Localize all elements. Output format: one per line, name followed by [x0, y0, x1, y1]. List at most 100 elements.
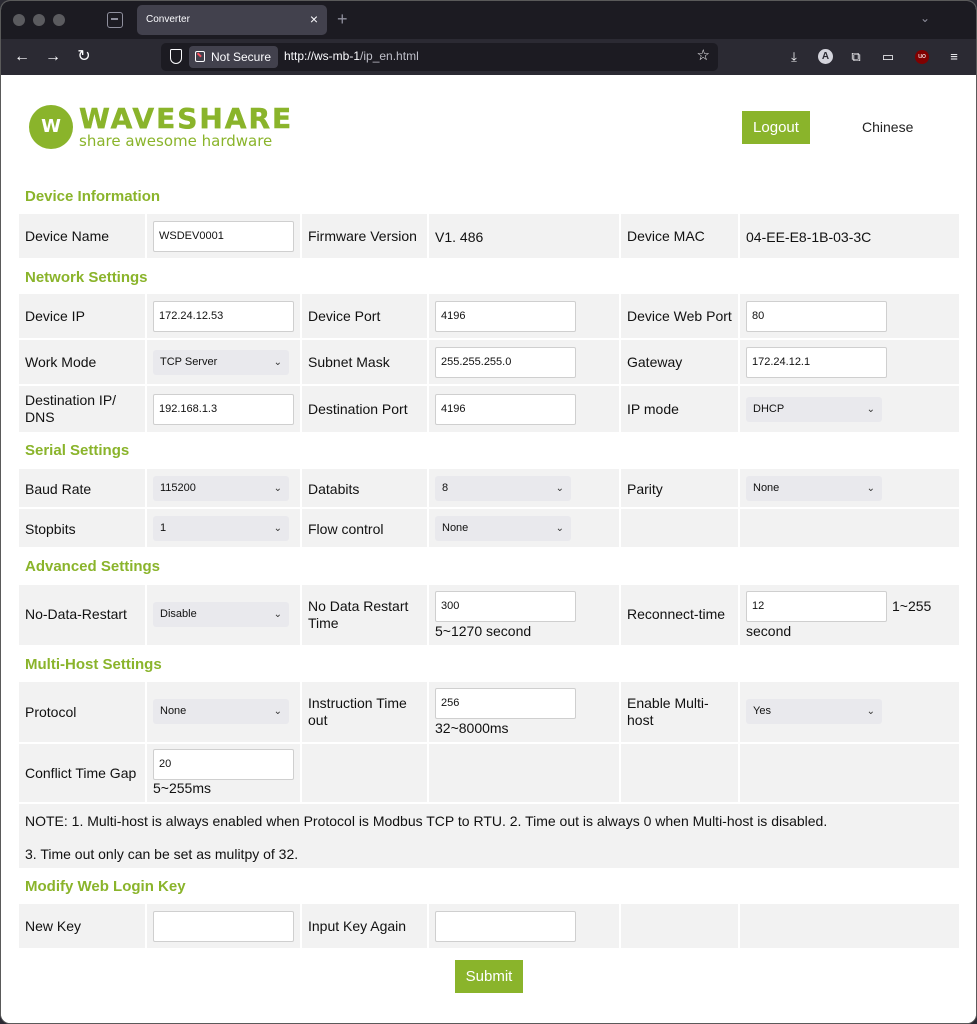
url-text[interactable]: http://ws-mb-1/ip_en.html	[284, 49, 419, 63]
work-mode-select[interactable]: TCP Server ⌄	[153, 350, 289, 375]
address-bar[interactable]: Not Secure http://ws-mb-1/ip_en.html ☆	[161, 43, 718, 71]
no-data-restart-time-input[interactable]: 300	[435, 591, 576, 622]
device-web-port-input[interactable]: 80	[746, 301, 887, 332]
screenshot-icon[interactable]: ▭	[879, 48, 897, 66]
section-device-information: Device Information	[25, 188, 161, 205]
destination-ip-label: Destination IP/DNS	[25, 392, 116, 426]
ublock-icon[interactable]: uo	[915, 50, 929, 64]
no-data-restart-time-label-line-1: No Data Restart	[308, 598, 409, 614]
extensions-icon[interactable]: ⧉	[847, 48, 865, 66]
baud-rate-value: 115200	[160, 482, 196, 494]
instruction-timeout-hint: 32~8000ms	[435, 720, 509, 736]
back-arrow-icon[interactable]: ←	[11, 46, 33, 68]
section-serial-settings: Serial Settings	[25, 442, 130, 459]
close-window-button[interactable]	[13, 14, 25, 26]
bookmark-star-icon[interactable]: ☆	[697, 46, 710, 64]
databits-select[interactable]: 8 ⌄	[435, 476, 571, 501]
forward-arrow-icon[interactable]: →	[42, 46, 64, 68]
new-tab-icon[interactable]: +	[337, 9, 348, 29]
no-data-restart-time-label: No Data Restart Time	[308, 598, 408, 632]
chevron-down-icon: ⌄	[273, 706, 282, 717]
chevron-down-icon: ⌄	[273, 523, 282, 534]
device-info-row: Device Name WSDEV0001 Firmware Version V…	[19, 214, 959, 258]
instruction-timeout-label: Instruction Time out	[308, 695, 407, 729]
parity-value: None	[753, 482, 780, 494]
databits-value: 8	[442, 482, 449, 494]
not-secure-badge[interactable]: Not Secure	[189, 46, 279, 68]
waveshare-logo: W WAVESHARE share awesome hardware	[29, 102, 291, 153]
destination-port-input[interactable]: 4196	[435, 394, 576, 425]
device-mac-value: 04-EE-E8-1B-03-3C	[746, 229, 872, 245]
logo-badge: W	[29, 105, 73, 149]
firmware-version-label: Firmware Version	[308, 228, 417, 244]
device-port-label: Device Port	[308, 308, 381, 324]
chevron-down-icon: ⌄	[555, 483, 564, 494]
device-ip-input[interactable]: 172.24.12.53	[153, 301, 294, 332]
tab-title: Converter	[146, 14, 190, 25]
language-link[interactable]: Chinese	[862, 119, 913, 135]
account-icon[interactable]: A	[818, 49, 833, 64]
not-secure-label: Not Secure	[211, 50, 272, 64]
stopbits-value: 1	[160, 522, 167, 534]
logout-button[interactable]: Logout	[742, 111, 810, 144]
chevron-down-icon: ⌄	[555, 523, 564, 534]
chevron-down-icon: ⌄	[273, 609, 282, 620]
flow-control-select[interactable]: None ⌄	[435, 516, 571, 541]
enable-multi-host-select[interactable]: Yes ⌄	[746, 699, 882, 724]
close-tab-icon[interactable]: ×	[310, 11, 318, 27]
destination-port-label: Destination Port	[308, 401, 408, 417]
reconnect-time-input[interactable]: 12	[746, 591, 887, 622]
destination-ip-input[interactable]: 192.168.1.3	[153, 394, 294, 425]
baud-rate-label: Baud Rate	[25, 481, 92, 497]
new-key-input[interactable]	[153, 911, 294, 942]
no-data-restart-select[interactable]: Disable ⌄	[153, 602, 289, 627]
subnet-mask-input[interactable]: 255.255.255.0	[435, 347, 576, 378]
menu-icon[interactable]: ≡	[945, 48, 963, 66]
download-icon[interactable]: ⤓	[785, 48, 803, 66]
minimize-window-button[interactable]	[33, 14, 45, 26]
serial-row-2: Stopbits 1 ⌄ Flow control None ⌄	[19, 509, 959, 547]
ip-mode-select[interactable]: DHCP ⌄	[746, 397, 882, 422]
conflict-time-gap-hint: 5~255ms	[153, 780, 211, 796]
instruction-timeout-input[interactable]: 256	[435, 688, 576, 719]
chevron-down-icon[interactable]: ⌄	[920, 11, 930, 25]
stopbits-select[interactable]: 1 ⌄	[153, 516, 289, 541]
network-row-3: Destination IP/DNS 192.168.1.3 Destinati…	[19, 386, 959, 432]
tab-list-icon[interactable]	[107, 12, 123, 28]
section-modify-login-key: Modify Web Login Key	[25, 878, 186, 895]
device-name-input[interactable]: WSDEV0001	[153, 221, 294, 252]
multihost-note: NOTE: 1. Multi-host is always enabled wh…	[19, 804, 959, 868]
protocol-value: None	[160, 705, 187, 717]
submit-button[interactable]: Submit	[455, 960, 523, 993]
device-port-input[interactable]: 4196	[435, 301, 576, 332]
protocol-select[interactable]: None ⌄	[153, 699, 289, 724]
browser-tab[interactable]: Converter ×	[137, 5, 327, 35]
broken-lock-icon	[195, 51, 205, 62]
multihost-row-1: Protocol None ⌄ Instruction Time out 256 3…	[19, 682, 959, 742]
conflict-time-gap-input[interactable]: 20	[153, 749, 294, 780]
input-key-again-input[interactable]	[435, 911, 576, 942]
zoom-window-button[interactable]	[53, 14, 65, 26]
reload-icon[interactable]: ↻	[73, 46, 95, 68]
navigation-toolbar: ← → ↻ Not Secure http://ws-mb-1/ip_en.ht…	[1, 39, 976, 75]
gateway-input[interactable]: 172.24.12.1	[746, 347, 887, 378]
no-data-restart-label: No-Data-Restart	[25, 606, 127, 622]
destination-ip-label-line-2: DNS	[25, 409, 55, 425]
section-network-settings: Network Settings	[25, 269, 148, 286]
multihost-row-2: Conflict Time Gap 20 5~255ms	[19, 744, 959, 802]
advanced-row: No-Data-Restart Disable ⌄ No Data Restart…	[19, 585, 959, 645]
flow-control-value: None	[442, 522, 469, 534]
new-key-label: New Key	[25, 918, 82, 934]
flow-control-label: Flow control	[308, 521, 384, 537]
parity-label: Parity	[627, 481, 663, 497]
parity-select[interactable]: None ⌄	[746, 476, 882, 501]
baud-rate-select[interactable]: 115200 ⌄	[153, 476, 289, 501]
firmware-version-value: V1. 486	[435, 229, 484, 245]
chevron-down-icon: ⌄	[273, 357, 282, 368]
section-advanced-settings: Advanced Settings	[25, 558, 161, 575]
work-mode-label: Work Mode	[25, 354, 97, 370]
gateway-label: Gateway	[627, 354, 683, 370]
shield-icon[interactable]	[170, 49, 182, 64]
enable-multi-host-label-line-2: host	[627, 712, 654, 728]
destination-ip-label-line-1: Destination IP/	[25, 392, 117, 408]
